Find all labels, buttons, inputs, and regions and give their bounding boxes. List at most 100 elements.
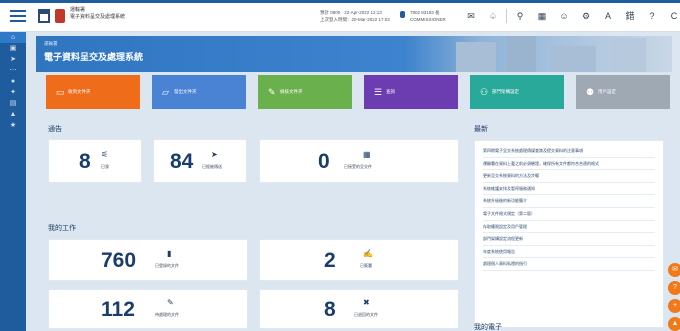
calendar-icon[interactable]: ▦ xyxy=(531,9,553,23)
person-icon[interactable]: ● xyxy=(0,76,26,87)
news-item[interactable]: 部門架構設定流程更新 xyxy=(483,233,655,246)
stat-card-accepted[interactable]: 0 ▦ 已接受的呈交件 xyxy=(259,139,459,183)
signature-icon: ✍ xyxy=(363,249,373,258)
tile-department[interactable]: ⚇ 部門架構設定 xyxy=(470,75,564,109)
tile-outbox[interactable]: ▱ 發出文件夾 xyxy=(152,75,246,109)
help-button[interactable]: ? xyxy=(641,9,663,23)
work-value: 8 xyxy=(324,298,336,321)
user-info[interactable]: 7802 83193 長 COMMISSIONER xyxy=(400,9,446,23)
work-value: 2 xyxy=(324,249,336,272)
tools-icon: ✖ xyxy=(363,298,370,307)
help-icon[interactable]: ? xyxy=(668,281,680,295)
refresh-button[interactable]: C xyxy=(663,9,680,23)
work-card-registered[interactable]: 760 ▮ 已登錄的文件 xyxy=(48,239,248,281)
tile-search[interactable]: ☰ 查詢 xyxy=(364,75,458,109)
user-settings-icon[interactable]: ☺ xyxy=(553,9,575,23)
skyline-image xyxy=(611,38,646,72)
star-icon[interactable]: ★ xyxy=(0,120,26,131)
calendar-icon: ▦ xyxy=(363,150,371,159)
stat-card-issued[interactable]: 8 ⚟ 已發 xyxy=(48,139,142,183)
stat-label: 已經被傳送 xyxy=(202,164,222,169)
work-label: 已退回的文件 xyxy=(354,312,378,317)
plus-icon[interactable]: + xyxy=(668,299,680,313)
brand-line-1: 運輸署 xyxy=(70,7,86,13)
brand-title: 運輸署 電子資料呈交及處理系統 xyxy=(70,7,125,21)
stat-label: 已接受的呈交件 xyxy=(344,164,372,169)
edit-icon: ✎ xyxy=(268,87,276,97)
work-label: 已登錄的文件 xyxy=(155,263,179,268)
group-icon: ⚇ xyxy=(480,87,489,97)
skyline-image xyxy=(506,36,536,72)
work-card-pending[interactable]: 112 ✎ 待處理的文件 xyxy=(48,289,248,329)
news-item[interactable]: 處理個人資料私隱的指引 xyxy=(483,258,655,271)
brand-line-2: 電子資料呈交及處理系統 xyxy=(70,14,126,20)
tile-review[interactable]: ✎ 檢核文件夾 xyxy=(258,75,352,109)
news-item[interactable]: 電子文件格式規定（第二版） xyxy=(483,208,655,221)
mail-icon[interactable]: ✉ xyxy=(460,9,482,23)
user-name: 7802 83193 長 xyxy=(410,10,440,15)
skyline-image xyxy=(456,42,496,72)
news-section-title: 最新 xyxy=(474,126,488,133)
font-style-button[interactable]: 錯 xyxy=(619,9,641,23)
sidebar: ⌂ ▣ ➤ ⋯ ● ✦ ▤ ▲ ★ xyxy=(0,32,26,331)
hamburger-menu-icon[interactable] xyxy=(10,10,26,22)
home-icon[interactable]: ⌂ xyxy=(0,32,26,43)
work-label: 待處理的文件 xyxy=(155,312,179,317)
news-item[interactable]: 第四期電子呈交系統處理傳媒查詢及提交資料的注意事項 xyxy=(483,145,655,158)
work-card-returned[interactable]: 8 ✖ 已退回的文件 xyxy=(259,289,459,329)
settings-icon[interactable]: ✦ xyxy=(0,87,26,98)
up-icon[interactable]: ▲ xyxy=(668,317,680,331)
inbox-icon[interactable]: ▣ xyxy=(0,43,26,54)
news-item[interactable]: 更新呈交系統資料的方法及步驟 xyxy=(483,170,655,183)
stat-value: 0 xyxy=(318,150,330,173)
work-label: 已簽署 xyxy=(360,263,372,268)
stats-section-title: 通告 xyxy=(48,126,62,133)
timestamp-last-login: 上次登入時間：20-Mar-2022 17:03 xyxy=(320,17,390,22)
list-icon: ☰ xyxy=(374,87,383,97)
search-icon[interactable]: ⚲ xyxy=(509,9,531,23)
worklist-section-title: 我的工作 xyxy=(48,225,76,232)
user-icon: ⚉ xyxy=(586,87,595,97)
news-item[interactable]: 運輸署在資料上載之前必須驗證，確保所有文件都符合合適的格式 xyxy=(483,158,655,171)
document-icon: ▮ xyxy=(167,249,172,258)
timestamp-current: 預計 0800 · 22-Apr-2022 12:13 xyxy=(320,10,382,15)
stat-label: 已發 xyxy=(101,164,109,169)
share-icon: ⚟ xyxy=(101,150,109,159)
outbox-icon: ▱ xyxy=(162,87,169,97)
tile-user-settings[interactable]: ⚉ 用戶設定 xyxy=(576,75,670,109)
page-banner: 運輸署 電子資料呈交及處理系統 xyxy=(36,36,672,72)
news-item[interactable]: 系統維護安排及暫停服務通知 xyxy=(483,183,655,196)
quick-tiles: ▭ 收到文件夾 ▱ 發出文件夾 ✎ 檢核文件夾 ☰ 查詢 ⚇ 部門架構設定 ⚉ 用戶設定 xyxy=(46,75,673,109)
tile-inbox[interactable]: ▭ 收到文件夾 xyxy=(46,75,140,109)
chat-icon[interactable]: ✉ xyxy=(668,263,680,277)
work-value: 760 xyxy=(101,249,137,272)
inbox-icon: ▭ xyxy=(56,87,65,97)
top-bar: 運輸署 電子資料呈交及處理系統 預計 0800 · 22-Apr-2022 12… xyxy=(0,0,680,32)
work-card-signed[interactable]: 2 ✍ 已簽署 xyxy=(259,239,459,281)
login-timestamps: 預計 0800 · 22-Apr-2022 12:13 上次登入時間：20-Ma… xyxy=(320,9,390,23)
stat-card-sent[interactable]: 84 ➤ 已經被傳送 xyxy=(153,139,247,183)
header-icon-bar: ✉ ♤ ⚲ ▦ ☺ ⚙ A 錯 ? C 中 xyxy=(460,9,680,23)
gear-icon[interactable]: ⚙ xyxy=(575,9,597,23)
news-item[interactable]: 系統升級後的新功能簡介 xyxy=(483,195,655,208)
bell-icon[interactable]: ♤ xyxy=(482,9,504,23)
send-icon: ➤ xyxy=(211,150,218,159)
department-logo-icon xyxy=(55,9,65,23)
separator xyxy=(506,9,507,23)
page-title: 電子資料呈交及處理系統 xyxy=(44,52,144,62)
news-item[interactable]: 年度系統使用報告 xyxy=(483,246,655,259)
accent-bar xyxy=(0,0,680,3)
news-list: 第四期電子呈交系統處理傳媒查詢及提交資料的注意事項 運輸署在資料上載之前必須驗證… xyxy=(474,140,664,328)
send-icon[interactable]: ➤ xyxy=(0,54,26,65)
chart-icon[interactable]: ▲ xyxy=(0,109,26,120)
stat-value: 84 xyxy=(170,150,194,173)
news-item[interactable]: 存取權限設定及用戶管理 xyxy=(483,221,655,234)
font-size-button[interactable]: A xyxy=(597,9,619,23)
grid-icon[interactable]: ▤ xyxy=(0,98,26,109)
banner-subtitle: 運輸署 xyxy=(44,41,58,46)
work-value: 112 xyxy=(101,298,135,321)
share-icon[interactable]: ⋯ xyxy=(0,65,26,76)
government-logo-icon xyxy=(38,9,50,23)
pen-icon: ✎ xyxy=(167,298,174,307)
section2-title: 我的電子 xyxy=(474,324,502,331)
